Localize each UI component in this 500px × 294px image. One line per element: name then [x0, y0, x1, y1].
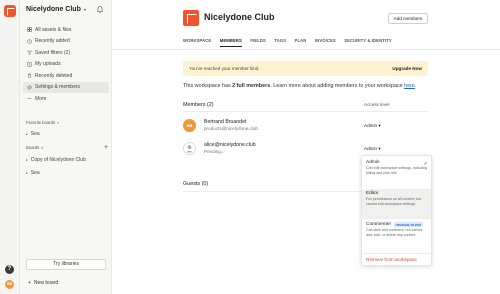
settings-tabs: WORKSPACE MEMBERS FIELDS TAGS PLAN INVOI… [183, 38, 392, 47]
plus-icon: + [28, 280, 31, 286]
guests-heading: Guests (0) [183, 181, 209, 187]
sidebar-item-label: Saved filters (2) [35, 49, 71, 56]
upload-icon [27, 62, 32, 67]
caret-right-icon: ▸ [26, 171, 28, 175]
avatar [183, 142, 196, 155]
sidebar: Nicelydone Club ▾ All assets & files Rec… [20, 0, 112, 294]
grid-icon [27, 27, 32, 32]
tab-plan[interactable]: PLAN [295, 38, 307, 47]
favorite-boards-header[interactable]: Favorite boards ▾ [26, 120, 59, 125]
sidebar-item-settings[interactable]: Settings & members [23, 81, 109, 93]
access-level-heading: Access level [364, 102, 390, 107]
tab-tags[interactable]: TAGS [274, 38, 286, 47]
menu-item-editor[interactable]: Editor Full permissions on all content, … [362, 189, 431, 219]
chevron-down-icon: ▾ [378, 123, 381, 128]
divider [362, 253, 431, 254]
tab-invoices[interactable]: INVOICES [315, 38, 336, 47]
member-name: alice@nicelydone.club [204, 142, 256, 148]
sidebar-item-recently-added[interactable]: Recently added [23, 36, 109, 48]
workspace-name: Nicelydone Club [26, 6, 81, 13]
tab-workspace[interactable]: WORKSPACE [183, 38, 211, 47]
new-board-button[interactable]: + New board [28, 280, 58, 286]
caret-right-icon: ▸ [26, 132, 28, 136]
sidebar-item-recently-deleted[interactable]: Recently deleted [23, 70, 109, 82]
tab-security[interactable]: SECURITY & IDENTITY [344, 38, 391, 47]
menu-item-admin[interactable]: Admin ✓ Can edit workspace settings, inc… [362, 160, 431, 175]
filter-icon [27, 50, 32, 55]
member-name: Bertrand Bruandet [204, 119, 247, 125]
sidebar-item-label: Settings & members [35, 84, 81, 91]
chevron-down-icon: ▾ [83, 7, 86, 12]
sidebar-item-more[interactable]: More [23, 93, 109, 105]
workspace-info-text: This workspace has 2 full members. Learn… [183, 83, 417, 89]
banner-text: You've reached your member limit. [189, 66, 260, 71]
avatar: BB [183, 119, 196, 132]
dots-icon [27, 96, 32, 101]
check-icon: ✓ [423, 161, 428, 167]
divider [112, 49, 500, 50]
divider [183, 111, 428, 112]
bell-icon[interactable] [97, 6, 103, 13]
user-avatar[interactable]: BB [5, 280, 14, 289]
sidebar-item-label: My uploads [35, 61, 61, 68]
tab-fields[interactable]: FIELDS [250, 38, 266, 47]
page-title: Nicelydone Club [204, 12, 275, 22]
sidebar-item-label: Recently deleted [35, 72, 73, 79]
role-select[interactable]: Admin ▾ [364, 123, 381, 129]
member-limit-banner: You've reached your member limit. Upgrad… [183, 61, 428, 76]
access-level-menu: Admin ✓ Can edit workspace settings, inc… [361, 155, 432, 266]
favorite-board-item[interactable]: ▸ Sea [26, 131, 40, 137]
upgrade-badge: UPGRADE TO PRO [394, 222, 423, 227]
gear-icon [27, 85, 32, 90]
chevron-down-icon: ▾ [378, 146, 381, 151]
upgrade-now-link[interactable]: Upgrade Now [392, 66, 422, 71]
help-icon[interactable]: ? [5, 265, 14, 274]
role-select[interactable]: Admin ▾ [364, 146, 381, 152]
user-icon [186, 145, 193, 153]
clock-icon [27, 39, 32, 44]
board-item[interactable]: ▸ Copy of Nicelydone Club [26, 157, 86, 163]
sidebar-nav: All assets & files Recently added Saved … [23, 24, 109, 105]
sidebar-item-saved-filters[interactable]: Saved filters (2) [23, 47, 109, 59]
sidebar-item-label: All assets & files [35, 26, 72, 33]
try-libraries-button[interactable]: Try libraries [26, 259, 106, 270]
members-heading: Members (2) [183, 102, 214, 108]
workspace-logo-icon [183, 10, 199, 26]
learn-more-link[interactable]: here [404, 83, 415, 89]
boards-header[interactable]: Boards ▾ [26, 145, 43, 150]
workspace-switcher[interactable]: Nicelydone Club ▾ [26, 6, 86, 13]
member-email: products@nicelydone.club [204, 126, 258, 131]
sidebar-item-label: Recently added [35, 38, 70, 45]
sidebar-item-all-assets[interactable]: All assets & files [23, 24, 109, 36]
remove-from-workspace-button[interactable]: Remove from workspace [366, 257, 417, 262]
app-rail: ? BB [0, 0, 20, 294]
board-item[interactable]: ▸ Sea [26, 170, 40, 176]
chevron-down-icon: ▾ [57, 120, 59, 125]
sidebar-item-label: More [35, 95, 47, 102]
sidebar-item-my-uploads[interactable]: My uploads [23, 59, 109, 71]
trash-icon [27, 73, 32, 78]
main-content: Nicelydone Club Add members WORKSPACE ME… [112, 0, 500, 294]
add-members-button[interactable]: Add members [388, 13, 428, 24]
caret-right-icon: ▸ [26, 158, 28, 162]
app-logo-icon[interactable] [4, 5, 16, 17]
menu-item-commenter[interactable]: Commenter UPGRADE TO PRO Can view and co… [362, 222, 431, 237]
chevron-down-icon: ▾ [41, 145, 44, 150]
tab-members[interactable]: MEMBERS [219, 38, 242, 47]
member-status: Pending... [204, 149, 225, 154]
add-board-icon[interactable]: + [104, 144, 108, 151]
